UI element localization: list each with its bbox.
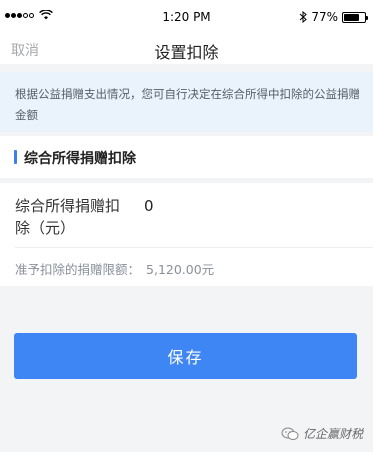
section-title: 综合所得捐赠扣除	[24, 151, 136, 167]
watermark-text: 亿企赢财税	[302, 427, 363, 441]
deduction-amount-input[interactable]	[144, 197, 344, 215]
section-header: 综合所得捐赠扣除	[0, 136, 373, 178]
status-bar: 1:20 PM 77%	[0, 0, 373, 36]
save-button[interactable]: 保存	[14, 333, 357, 379]
battery-level	[344, 13, 360, 21]
donation-limit-row: 准予扣除的捐赠限额： 5,120.00元	[15, 259, 214, 278]
bluetooth-icon	[299, 11, 308, 23]
page-title: 设置扣除	[154, 43, 219, 62]
battery-percent: 77%	[311, 10, 338, 24]
section-accent-bar	[14, 150, 17, 164]
nav-bar: 取消 设置扣除	[0, 36, 373, 64]
limit-label: 准予扣除的捐赠限额：	[15, 262, 141, 277]
divider	[15, 247, 373, 248]
info-banner: 根据公益捐赠支出情况，您可自行决定在综合所得中扣除的公益捐赠金额	[0, 72, 373, 132]
deduction-amount-label: 综合所得捐赠扣除（元）	[15, 197, 121, 237]
battery-icon	[342, 11, 368, 23]
wechat-icon	[281, 427, 299, 440]
status-right: 77%	[299, 10, 368, 24]
watermark: 亿企赢财税	[281, 425, 363, 442]
deduction-form: 综合所得捐赠扣除（元） 准予扣除的捐赠限额： 5,120.00元	[0, 183, 373, 286]
limit-value: 5,120.00元	[146, 262, 215, 277]
